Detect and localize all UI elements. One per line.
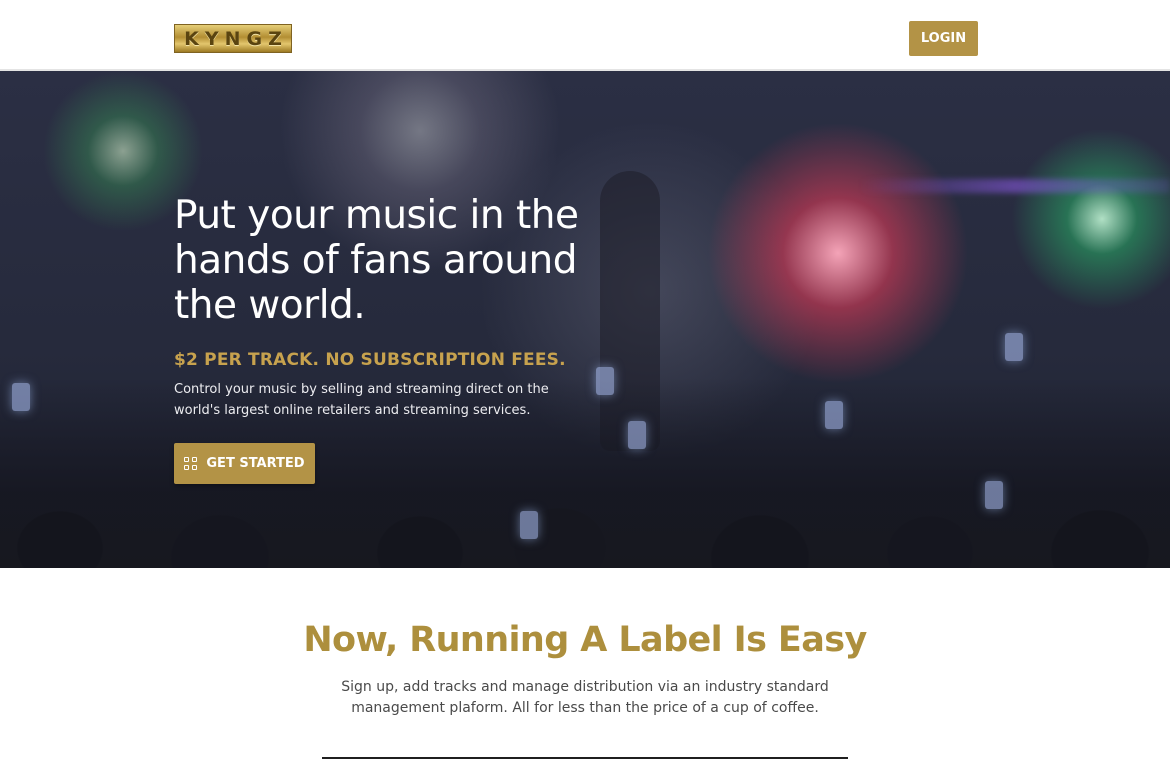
site-header: KYNGZ LOGIN <box>0 0 1170 71</box>
section-description: Sign up, add tracks and manage distribut… <box>341 679 829 716</box>
get-started-label: GET STARTED <box>206 456 305 471</box>
crowd-phone-light <box>596 367 614 395</box>
kyngz-logo[interactable]: KYNGZ <box>174 24 292 53</box>
hero-title: Put your music in the hands of fans arou… <box>174 193 579 328</box>
hero-description: Control your music by selling and stream… <box>174 382 549 418</box>
crowd-phone-light <box>825 401 843 429</box>
crowd-phone-light <box>985 481 1003 509</box>
login-button[interactable]: LOGIN <box>909 21 978 56</box>
crowd-phone-light <box>628 421 646 449</box>
crowd-phone-light <box>1005 333 1023 361</box>
grid-icon <box>184 456 198 471</box>
stage-light-beam <box>860 179 1170 193</box>
section-divider <box>322 757 848 759</box>
hero-subtitle: $2 PER TRACK. NO SUBSCRIPTION FEES. <box>174 350 566 370</box>
crowd-phone-light <box>520 511 538 539</box>
hero-content: Put your music in the hands of fans arou… <box>174 193 594 484</box>
logo-text: KYNGZ <box>184 27 288 50</box>
section-title: Now, Running A Label Is Easy <box>303 620 867 660</box>
crowd-phone-light <box>12 383 30 411</box>
get-started-button[interactable]: GET STARTED <box>174 443 315 484</box>
hero-banner: Put your music in the hands of fans arou… <box>0 71 1170 568</box>
